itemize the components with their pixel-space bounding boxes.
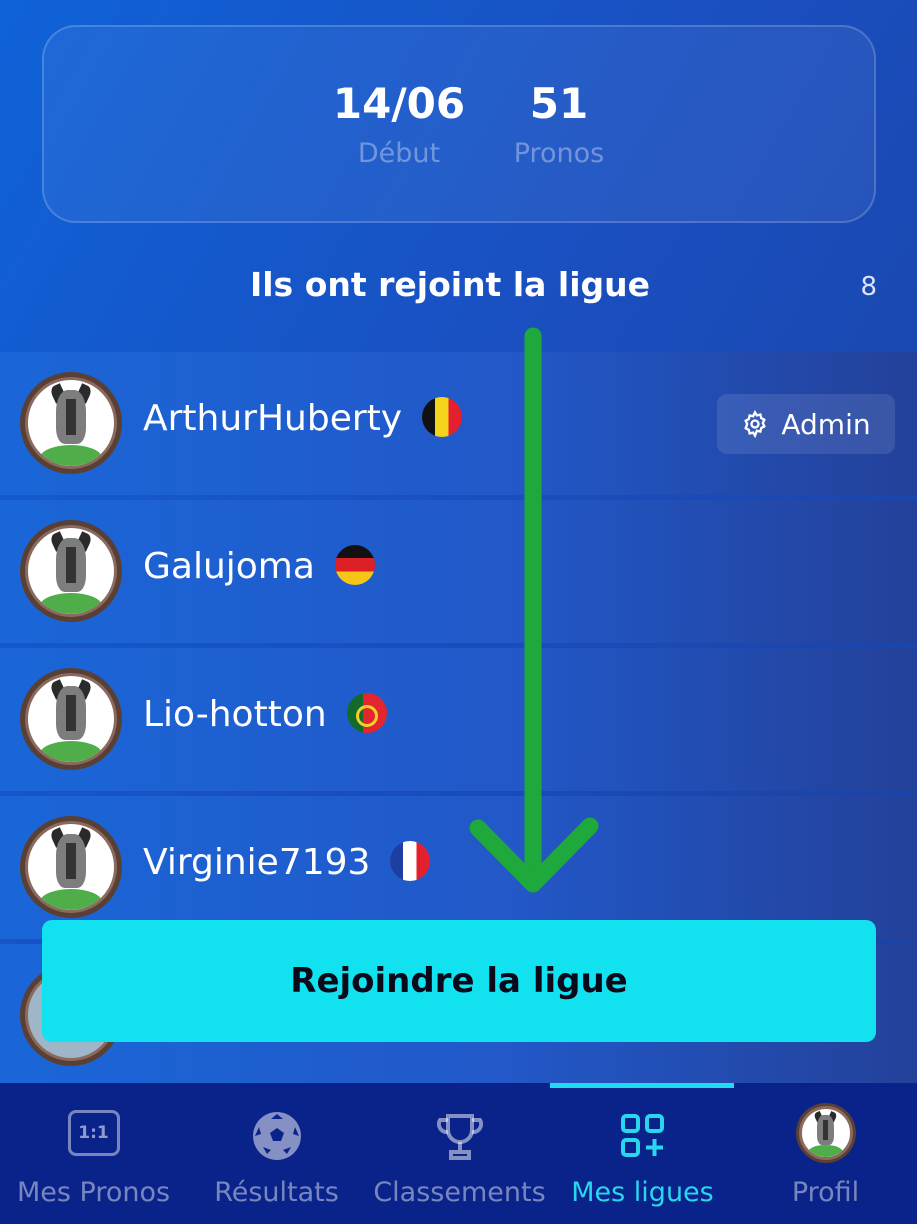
member-row[interactable]: ArthurHuberty Admin bbox=[0, 352, 917, 495]
germany-flag-icon bbox=[334, 545, 375, 585]
nav-item-classements[interactable]: Classements bbox=[368, 1083, 551, 1224]
predictions-stat: 51 Pronos bbox=[459, 79, 659, 169]
member-name: Galujoma bbox=[143, 545, 375, 588]
france-flag-icon bbox=[390, 841, 431, 881]
nav-label: Mes ligues bbox=[571, 1177, 714, 1208]
member-row[interactable]: Lio-hotton bbox=[0, 648, 917, 791]
admin-badge-label: Admin bbox=[781, 407, 871, 441]
predictions-label: Pronos bbox=[513, 138, 605, 169]
avatar bbox=[20, 372, 122, 474]
trophy-icon bbox=[436, 1114, 483, 1160]
member-name-text: ArthurHuberty bbox=[143, 398, 403, 439]
member-row[interactable]: Galujoma bbox=[0, 500, 917, 643]
predictions-value: 51 bbox=[529, 79, 589, 128]
member-name: Lio-hotton bbox=[143, 693, 387, 736]
nav-label: Profil bbox=[791, 1177, 860, 1208]
nav-label: Mes Pronos bbox=[16, 1177, 171, 1208]
score-1-1-icon: 1:1 bbox=[67, 1110, 120, 1156]
member-name-text: Lio-hotton bbox=[143, 694, 327, 735]
gear-icon bbox=[744, 410, 767, 438]
nav-item-mes-pronos[interactable]: 1:1 Mes Pronos bbox=[2, 1083, 185, 1224]
avatar bbox=[20, 668, 122, 770]
profile-avatar-icon bbox=[795, 1103, 856, 1163]
bottom-navigation: 1:1 Mes Pronos Résultats Classements Mes… bbox=[0, 1083, 917, 1224]
nav-label: Résultats bbox=[214, 1177, 339, 1208]
nav-item-resultats[interactable]: Résultats bbox=[185, 1083, 368, 1224]
members-section-title: Ils ont rejoint la ligue bbox=[249, 265, 651, 304]
nav-item-mes-ligues[interactable]: Mes ligues bbox=[551, 1083, 734, 1224]
member-name: Virginie7193 bbox=[143, 841, 431, 884]
avatar bbox=[20, 816, 122, 918]
join-league-button[interactable]: Rejoindre la ligue bbox=[42, 920, 876, 1042]
member-name-text: Virginie7193 bbox=[143, 842, 371, 883]
belgium-flag-icon bbox=[422, 397, 463, 437]
admin-badge[interactable]: Admin bbox=[717, 394, 895, 454]
avatar bbox=[20, 520, 122, 622]
member-name: ArthurHuberty bbox=[143, 397, 463, 440]
grid-plus-icon bbox=[620, 1114, 664, 1157]
nav-label: Classements bbox=[373, 1177, 546, 1208]
portugal-flag-icon bbox=[346, 693, 387, 733]
member-name-text: Galujoma bbox=[143, 546, 315, 587]
members-count: 8 bbox=[860, 272, 877, 302]
soccer-ball-icon bbox=[252, 1112, 301, 1160]
nav-item-profil[interactable]: Profil bbox=[734, 1083, 917, 1224]
member-row[interactable]: Virginie7193 bbox=[0, 796, 917, 939]
league-stats-card: 14/06 Début 51 Pronos bbox=[42, 25, 876, 223]
